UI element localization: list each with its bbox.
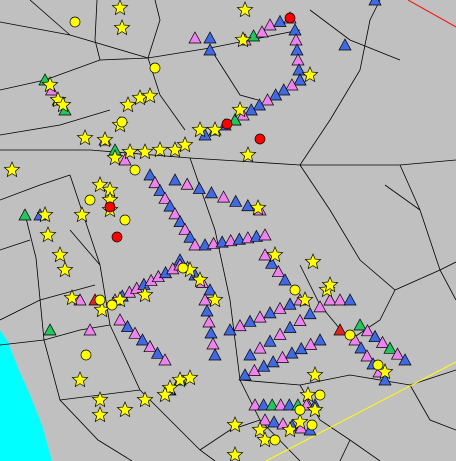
circle-yellow-marker	[119, 214, 131, 226]
circle-yellow-marker	[294, 404, 306, 416]
map-background	[0, 0, 456, 461]
circle-yellow-marker	[314, 389, 326, 401]
circle-red-marker	[104, 201, 116, 213]
map-canvas[interactable]	[0, 0, 456, 461]
circle-yellow-marker	[289, 284, 301, 296]
circle-yellow-marker	[306, 419, 318, 431]
circle-yellow-marker	[94, 294, 106, 306]
circle-yellow-marker	[177, 262, 189, 274]
circle-yellow-marker	[344, 329, 356, 341]
circle-yellow-marker	[116, 116, 128, 128]
circle-yellow-marker	[69, 16, 81, 28]
circle-yellow-marker	[149, 62, 161, 74]
circle-red-marker	[284, 12, 296, 24]
circle-yellow-marker	[80, 349, 92, 361]
circle-yellow-marker	[106, 299, 118, 311]
circle-red-marker	[111, 231, 123, 243]
circle-yellow-marker	[84, 194, 96, 206]
circle-yellow-marker	[372, 359, 384, 371]
circle-yellow-marker	[269, 434, 281, 446]
circle-yellow-marker	[129, 164, 141, 176]
circle-red-marker	[254, 133, 266, 145]
circle-red-marker	[221, 118, 233, 130]
